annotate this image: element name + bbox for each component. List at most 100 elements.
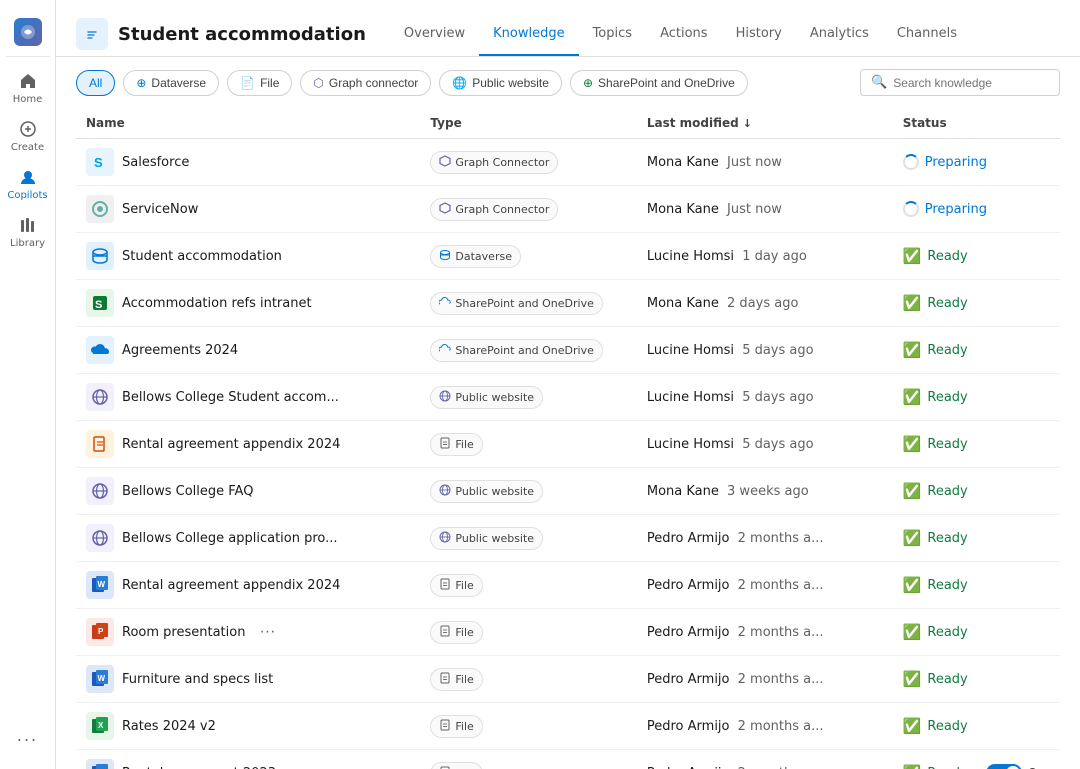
sidebar-item-more[interactable]: ... [6,713,50,757]
sidebar-item-library[interactable]: Library [6,209,50,253]
sidebar: Home Create Copilots Libra [0,0,56,769]
graph-filter-icon: ⬡ [313,76,323,90]
spinner-icon [903,154,919,170]
toggle-switch[interactable] [986,764,1022,769]
cell-status: ✅Ready [893,468,1060,515]
status-label: Ready [927,437,967,452]
cell-type: Graph Connector [420,186,636,233]
item-name: Bellows College Student accom... [122,390,339,405]
tab-analytics[interactable]: Analytics [796,12,883,56]
create-icon [17,118,39,140]
table-row[interactable]: X Rates 2024 v2 File Pedro Armijo 2 mont… [76,703,1060,750]
table-row[interactable]: Bellows College Student accom... Public … [76,374,1060,421]
public-filter-icon: 🌐 [452,76,467,90]
tab-knowledge[interactable]: Knowledge [479,12,578,56]
modified-time: 2 months a... [738,531,824,546]
modified-user: Lucine Homsi [647,343,734,358]
table-row[interactable]: W Furniture and specs list File Pedro Ar… [76,656,1060,703]
cell-type: Public website [420,515,636,562]
sidebar-item-copilots[interactable]: Copilots [6,161,50,205]
filter-all[interactable]: All [76,70,115,96]
check-icon: ✅ [903,670,922,688]
modified-user: Pedro Armijo [647,719,730,734]
cell-name: Bellows College FAQ [76,468,420,515]
cell-status: ✅Ready [893,656,1060,703]
modified-time: 5 days ago [742,437,813,452]
cell-type: Public website [420,374,636,421]
item-name: Rental agreement 2023 [122,766,276,769]
modified-time: 2 months a... [738,625,824,640]
cell-modified: Mona Kane 3 weeks ago [637,468,893,515]
col-header-type: Type [420,108,636,139]
table-row[interactable]: S Accommodation refs intranet SharePoint… [76,280,1060,327]
sharepoint-filter-icon: ⊕ [583,76,593,90]
cell-status: ✅Ready [893,327,1060,374]
table-row[interactable]: Bellows College application pro... Publi… [76,515,1060,562]
table-row[interactable]: S Salesforce Graph Connector Mona Kane J… [76,139,1060,186]
table-row[interactable]: W Rental agreement appendix 2024 File Pe… [76,562,1060,609]
svg-text:W: W [98,580,106,589]
status-label: Ready [927,719,967,734]
tab-topics[interactable]: Topics [579,12,646,56]
cell-name: W Furniture and specs list [76,656,420,703]
status-label: Ready [927,390,967,405]
modified-user: Mona Kane [647,296,719,311]
filter-dataverse[interactable]: ⊕ Dataverse [123,70,219,96]
status-label: Ready [927,578,967,593]
table-row[interactable]: Bellows College FAQ Public website Mona … [76,468,1060,515]
nav-tabs: Overview Knowledge Topics Actions Histor… [390,12,1060,56]
filter-sharepoint[interactable]: ⊕ SharePoint and OneDrive [570,70,748,96]
modified-user: Pedro Armijo [647,531,730,546]
table-row[interactable]: P Room presentation ··· File Pedro Armij… [76,609,1060,656]
sort-icon: ↓ [743,117,752,130]
item-name: ServiceNow [122,202,198,217]
table-row[interactable]: W Rental agreement 2023 File Pedro Armij… [76,750,1060,769]
modified-user: Mona Kane [647,484,719,499]
modified-time: Just now [727,155,782,170]
sidebar-item-home-label: Home [13,94,43,105]
cell-type: File [420,421,636,468]
modified-user: Lucine Homsi [647,437,734,452]
item-name: Accommodation refs intranet [122,296,312,311]
item-name: Bellows College FAQ [122,484,253,499]
col-header-status: Status [893,108,1060,139]
table-row[interactable]: Agreements 2024 SharePoint and OneDrive … [76,327,1060,374]
tab-history[interactable]: History [722,12,796,56]
check-icon: ✅ [903,247,922,265]
check-icon: ✅ [903,529,922,547]
item-name: Salesforce [122,155,189,170]
tab-actions[interactable]: Actions [646,12,722,56]
col-header-modified[interactable]: Last modified ↓ [637,108,893,139]
check-icon: ✅ [903,294,922,312]
modified-time: 5 days ago [742,390,813,405]
sidebar-item-create[interactable]: Create [6,113,50,157]
tab-channels[interactable]: Channels [883,12,971,56]
more-icon: ... [17,726,38,745]
tab-overview[interactable]: Overview [390,12,479,56]
cell-type: File [420,562,636,609]
header: Student accommodation Overview Knowledge… [56,0,1080,57]
file-filter-icon: 📄 [240,76,255,90]
cell-type: File [420,656,636,703]
more-options-button[interactable]: ··· [253,621,281,643]
cell-modified: Lucine Homsi 1 day ago [637,233,893,280]
cell-name: X Rates 2024 v2 [76,703,420,750]
filter-file[interactable]: 📄 File [227,70,292,96]
sidebar-item-home[interactable]: Home [6,65,50,109]
search-box[interactable]: 🔍 [860,69,1060,96]
table-row[interactable]: Rental agreement appendix 2024 File Luci… [76,421,1060,468]
logo-area [6,8,50,57]
cell-status: ✅Ready [893,421,1060,468]
cell-name: P Room presentation ··· [76,609,420,656]
filter-public[interactable]: 🌐 Public website [439,70,562,96]
modified-time: Just now [727,202,782,217]
table-row[interactable]: ServiceNow Graph Connector Mona Kane Jus… [76,186,1060,233]
filter-graph[interactable]: ⬡ Graph connector [300,70,431,96]
search-input[interactable] [893,76,1049,90]
modified-user: Pedro Armijo [647,578,730,593]
cell-modified: Pedro Armijo 2 months a... [637,609,893,656]
main-content: Student accommodation Overview Knowledge… [56,0,1080,769]
home-icon [17,70,39,92]
cell-name: Bellows College application pro... [76,515,420,562]
table-row[interactable]: Student accommodation Dataverse Lucine H… [76,233,1060,280]
